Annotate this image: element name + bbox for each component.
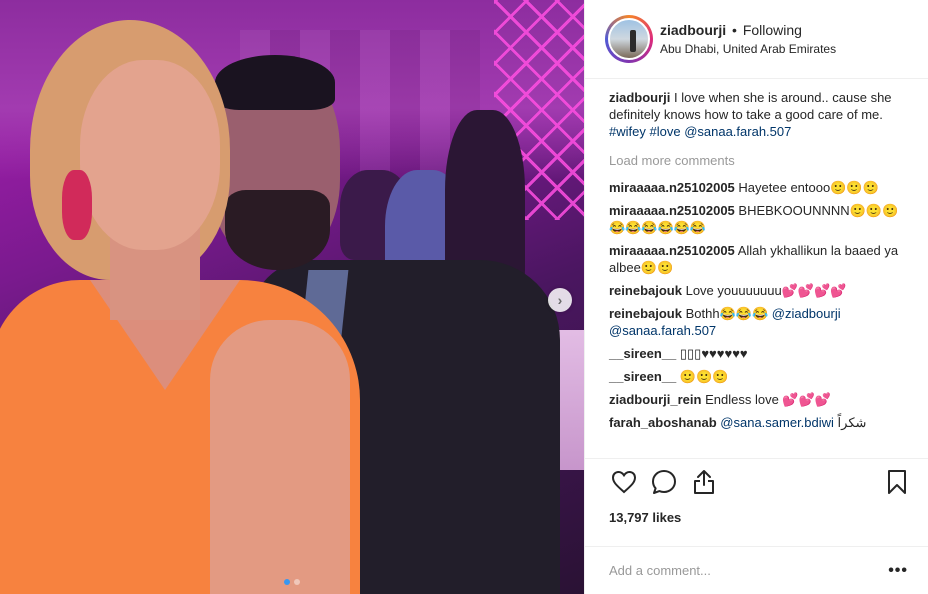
comment-username[interactable]: __sireen__ <box>609 346 676 361</box>
comment-item: __sireen__ 🙂🙂🙂 <box>609 368 912 385</box>
instagram-post: › ziadbourji • Following Abu Dhabi, Unit… <box>0 0 928 594</box>
comment-item: farah_aboshanab @sana.samer.bdiwi شكراً <box>609 414 912 431</box>
comment-text: Endless love 💕💕💕 <box>705 392 831 407</box>
comment-username[interactable]: miraaaaa.n25102005 <box>609 180 735 195</box>
comment-username[interactable]: reinebajouk <box>609 283 682 298</box>
comment-text: 🙂🙂🙂 <box>679 369 729 384</box>
location-link[interactable]: Abu Dhabi, United Arab Emirates <box>660 41 836 57</box>
share-button[interactable] <box>689 467 719 497</box>
action-icon-row <box>609 467 912 497</box>
caption-username[interactable]: ziadbourji <box>609 90 670 105</box>
comment-input[interactable] <box>609 563 889 578</box>
header-text: ziadbourji • Following Abu Dhabi, United… <box>660 21 836 57</box>
comment-icon <box>652 470 676 494</box>
header-separator: • <box>732 22 737 38</box>
more-options-icon[interactable]: ••• <box>888 562 908 580</box>
caption: ziadbourji I love when she is around.. c… <box>609 89 912 140</box>
mention-link[interactable]: @sana.samer.bdiwi <box>720 415 834 430</box>
comment-item: miraaaaa.n25102005 BHEBKOOUNNNN🙂🙂🙂😂😂😂😂😂😂 <box>609 202 912 236</box>
comment-username[interactable]: miraaaaa.n25102005 <box>609 203 735 218</box>
comment-item: ziadbourji_rein Endless love 💕💕💕 <box>609 391 912 408</box>
mention-link[interactable]: @sanaa.farah.507 <box>684 124 791 139</box>
share-icon <box>694 470 714 494</box>
header-line: ziadbourji • Following <box>660 21 836 39</box>
photo-earring <box>62 170 92 240</box>
story-ring[interactable] <box>605 15 653 63</box>
carousel-indicator <box>284 579 300 585</box>
likes-count[interactable]: 13,797 likes <box>609 509 912 526</box>
comment-text: ▯▯▯♥♥♥♥♥♥ <box>679 346 748 361</box>
load-more-comments-button[interactable]: Load more comments <box>609 152 912 169</box>
comment-item: miraaaaa.n25102005 Allah ykhallikun la b… <box>609 242 912 276</box>
comment-item: reinebajouk Love youuuuuuu💕💕💕💕 <box>609 282 912 299</box>
like-button[interactable] <box>609 467 639 497</box>
carousel-dot <box>294 579 300 585</box>
post-side-panel: ziadbourji • Following Abu Dhabi, United… <box>584 0 928 594</box>
carousel-dot-active <box>284 579 290 585</box>
photo-woman-arm <box>210 320 350 594</box>
hashtag-link[interactable]: #love <box>649 124 680 139</box>
mention-link[interactable]: @ziadbourji <box>772 306 841 321</box>
bookmark-icon <box>888 470 906 494</box>
photo-woman-face <box>80 60 220 250</box>
comment-username[interactable]: ziadbourji_rein <box>609 392 701 407</box>
comment-button[interactable] <box>649 467 679 497</box>
post-photo[interactable]: › <box>0 0 584 594</box>
add-comment-bar: ••• <box>585 546 928 594</box>
comments-list[interactable]: ziadbourji I love when she is around.. c… <box>585 79 928 458</box>
photo-man-hair <box>215 55 335 110</box>
comment-text: Love youuuuuuu💕💕💕💕 <box>685 283 847 298</box>
save-button[interactable] <box>882 467 912 497</box>
comment-item: __sireen__ ▯▯▯♥♥♥♥♥♥ <box>609 345 912 362</box>
comment-username[interactable]: miraaaaa.n25102005 <box>609 243 735 258</box>
post-actions: 13,797 likes <box>585 458 928 544</box>
chevron-right-icon: › <box>557 292 563 308</box>
avatar[interactable] <box>608 18 650 60</box>
heart-icon <box>611 470 637 494</box>
mention-link[interactable]: @sanaa.farah.507 <box>609 323 716 338</box>
comment-text: Hayetee entooo🙂🙂🙂 <box>738 180 879 195</box>
comment-text: شكراً <box>837 415 867 430</box>
carousel-next-button[interactable]: › <box>548 288 572 312</box>
comment-username[interactable]: reinebajouk <box>609 306 682 321</box>
post-header: ziadbourji • Following Abu Dhabi, United… <box>585 0 928 79</box>
following-button[interactable]: Following <box>743 22 802 38</box>
comment-text: Bothh😂😂😂 <box>685 306 769 321</box>
photo-man-beard <box>225 190 330 270</box>
comment-item: miraaaaa.n25102005 Hayetee entooo🙂🙂🙂 <box>609 179 912 196</box>
hashtag-link[interactable]: #wifey <box>609 124 646 139</box>
comment-item: reinebajouk Bothh😂😂😂 @ziadbourji @sanaa.… <box>609 305 912 339</box>
username-link[interactable]: ziadbourji <box>660 22 726 38</box>
comment-username[interactable]: farah_aboshanab <box>609 415 717 430</box>
comment-username[interactable]: __sireen__ <box>609 369 676 384</box>
